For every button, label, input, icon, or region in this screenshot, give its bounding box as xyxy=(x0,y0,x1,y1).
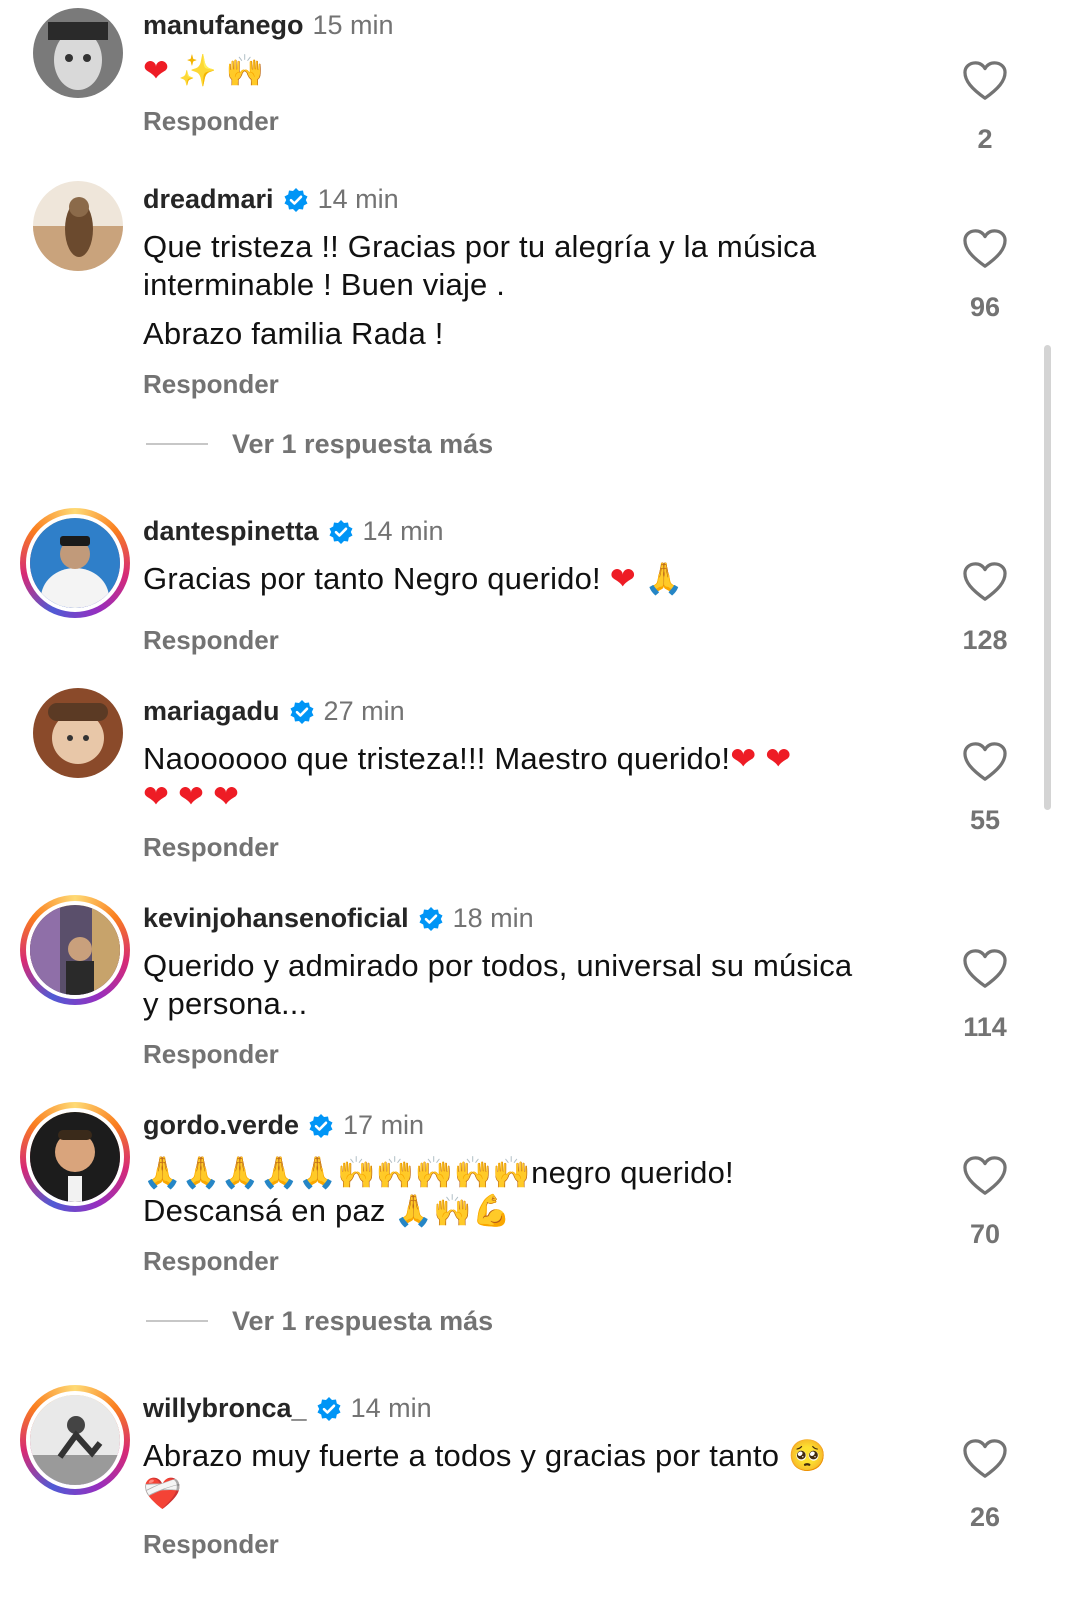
scrollbar[interactable] xyxy=(1044,345,1051,810)
timestamp: 14 min xyxy=(362,516,444,546)
timestamp: 27 min xyxy=(323,696,405,726)
heart-outline-icon[interactable] xyxy=(962,1438,1008,1480)
comment-line: Abrazo familia Rada ! xyxy=(143,316,444,351)
username[interactable]: dantespinetta xyxy=(143,516,319,547)
praying-hands-emoji: 🙏 xyxy=(181,1155,221,1191)
comment-line: Querido y admirado por todos, universal … xyxy=(143,948,853,1021)
like-count: 128 xyxy=(962,625,1008,655)
heart-emoji: ❤ xyxy=(143,53,170,89)
like-count: 114 xyxy=(963,1012,1007,1042)
raising-hands-emoji: 🙌 xyxy=(375,1155,415,1191)
reply-button[interactable]: Responder xyxy=(143,369,279,400)
username[interactable]: gordo.verde xyxy=(143,1110,299,1141)
view-more-replies-label: Ver 1 respuesta más xyxy=(232,428,494,459)
reply-button[interactable]: Responder xyxy=(143,625,279,656)
avatar[interactable] xyxy=(20,508,130,618)
raising-hands-emoji: 🙌 xyxy=(433,1193,472,1229)
heart-emoji: ❤ xyxy=(765,741,792,777)
reply-button[interactable]: Responder xyxy=(143,106,279,137)
verified-badge-icon xyxy=(316,1396,342,1422)
divider-line xyxy=(146,1320,208,1322)
comment-line: Gracias por tanto Negro querido! xyxy=(143,561,610,596)
username[interactable]: willybronca_ xyxy=(143,1393,307,1424)
avatar[interactable] xyxy=(20,680,130,790)
heart-emoji: ❤ xyxy=(178,779,205,815)
reply-button[interactable]: Responder xyxy=(143,1529,279,1560)
like-count: 96 xyxy=(969,292,1001,322)
comment-text: Querido y admirado por todos, universal … xyxy=(143,947,863,1023)
verified-badge-icon xyxy=(328,519,354,545)
raising-hands-emoji: 🙌 xyxy=(337,1155,376,1191)
heart-outline-icon[interactable] xyxy=(962,561,1008,603)
timestamp: 15 min xyxy=(312,10,394,40)
timestamp: 14 min xyxy=(350,1393,432,1423)
view-more-replies-label: Ver 1 respuesta más xyxy=(232,1305,494,1336)
like-count: 26 xyxy=(969,1502,1001,1532)
comment-line: negro querido! xyxy=(531,1155,734,1190)
praying-hands-emoji: 🙏 xyxy=(220,1155,260,1191)
comment-line: Que tristeza !! Gracias por tu alegría y… xyxy=(143,229,817,302)
praying-hands-emoji: 🙏 xyxy=(394,1193,434,1229)
timestamp: 17 min xyxy=(343,1110,425,1140)
username[interactable]: kevinjohansenoficial xyxy=(143,903,409,934)
heart-outline-icon[interactable] xyxy=(962,948,1008,990)
praying-hands-emoji: 🙏 xyxy=(259,1155,299,1191)
verified-badge-icon xyxy=(283,187,309,213)
raising-hands-emoji: 🙌 xyxy=(492,1155,532,1191)
verified-badge-icon xyxy=(418,906,444,932)
view-more-replies[interactable]: Ver 1 respuesta más xyxy=(146,1303,493,1339)
avatar[interactable] xyxy=(20,895,130,1005)
raising-hands-emoji: 🙌 xyxy=(453,1155,493,1191)
reply-button[interactable]: Responder xyxy=(143,832,279,863)
flexed-biceps-emoji: 💪 xyxy=(471,1193,511,1229)
username[interactable]: dreadmari xyxy=(143,184,274,215)
praying-hands-emoji: 🙏 xyxy=(298,1155,338,1191)
like-count: 2 xyxy=(977,124,993,154)
username[interactable]: manufanego xyxy=(143,10,304,41)
comment-text: Abrazo muy fuerte a todos y gracias por … xyxy=(143,1437,923,1513)
avatar[interactable] xyxy=(20,0,130,110)
username[interactable]: mariagadu xyxy=(143,696,280,727)
pleading-face-emoji: 🥺 xyxy=(788,1438,827,1474)
like-count: 55 xyxy=(969,805,1001,835)
heart-outline-icon[interactable] xyxy=(962,228,1008,270)
divider-line xyxy=(146,443,208,445)
heart-emoji: ❤ xyxy=(730,741,757,777)
comment-text: Que tristeza !! Gracias por tu alegría y… xyxy=(143,228,903,353)
comment-text: 🙏🙏🙏🙏🙏🙌🙌🙌🙌🙌negro querido! Descansá en paz… xyxy=(143,1154,923,1230)
heart-emoji: ❤ xyxy=(609,561,636,597)
heart-outline-icon[interactable] xyxy=(962,60,1008,102)
heart-emoji: ❤ xyxy=(143,779,170,815)
comment-text: Naoooooo que tristeza!!! Maestro querido… xyxy=(143,740,923,816)
reply-button[interactable]: Responder xyxy=(143,1246,279,1277)
sparkles-emoji: ✨ xyxy=(178,53,217,89)
heart-outline-icon[interactable] xyxy=(962,741,1008,783)
mending-heart-emoji: ❤️‍🩹 xyxy=(143,1476,182,1512)
raising-hands-emoji: 🙌 xyxy=(414,1155,454,1191)
comment-line: Abrazo muy fuerte a todos y gracias por … xyxy=(143,1438,789,1473)
view-more-replies[interactable]: Ver 1 respuesta más xyxy=(146,426,493,462)
verified-badge-icon xyxy=(289,699,315,725)
heart-emoji: ❤ xyxy=(213,779,240,815)
avatar[interactable] xyxy=(20,173,130,283)
comment-text: Gracias por tanto Negro querido! ❤ 🙏 xyxy=(143,560,923,598)
comment-text: ❤ ✨ 🙌 xyxy=(143,52,923,90)
avatar[interactable] xyxy=(20,1102,130,1212)
raising-hands-emoji: 🙌 xyxy=(225,53,265,89)
like-count: 70 xyxy=(969,1219,1001,1249)
heart-outline-icon[interactable] xyxy=(962,1155,1008,1197)
avatar[interactable] xyxy=(20,1385,130,1495)
reply-button[interactable]: Responder xyxy=(143,1039,279,1070)
praying-hands-emoji: 🙏 xyxy=(143,1155,182,1191)
praying-hands-emoji: 🙏 xyxy=(644,561,684,597)
comment-line: Descansá en paz xyxy=(143,1193,395,1228)
verified-badge-icon xyxy=(308,1113,334,1139)
timestamp: 14 min xyxy=(317,184,399,214)
timestamp: 18 min xyxy=(452,903,534,933)
comment-line: Naoooooo que tristeza!!! Maestro querido… xyxy=(143,741,731,776)
